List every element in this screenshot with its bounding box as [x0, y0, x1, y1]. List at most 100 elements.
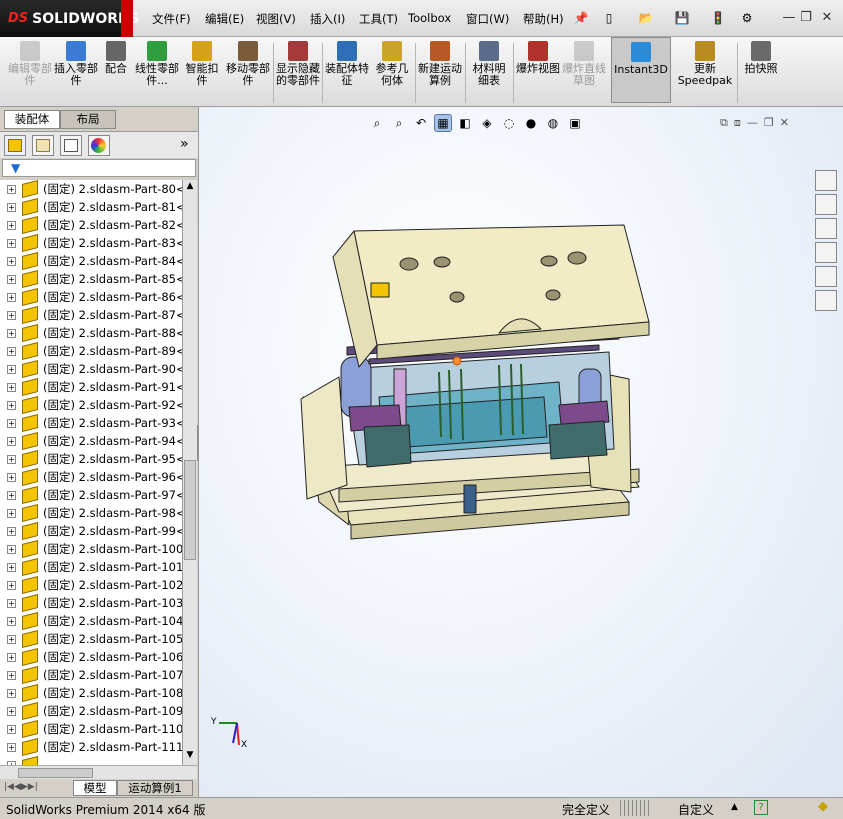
tree-item[interactable]: + (固定) 2.sldasm-Part-99<1>	[0, 522, 182, 540]
tree-horizontal-scrollbar[interactable]	[0, 765, 197, 779]
file-explorer-icon[interactable]	[815, 218, 837, 239]
menu-file[interactable]: 文件(F)	[152, 11, 191, 27]
design-library-icon[interactable]	[815, 194, 837, 215]
tree-item[interactable]: + (固定) 2.sldasm-Part-93<1>	[0, 414, 182, 432]
view-settings-icon[interactable]: ▣	[566, 114, 584, 132]
expand-icon[interactable]: +	[7, 743, 16, 752]
graphics-area[interactable]: Y X	[198, 107, 843, 797]
edit-appearance-icon[interactable]: ●	[522, 114, 540, 132]
expand-icon[interactable]: +	[7, 689, 16, 698]
expand-icon[interactable]: +	[7, 671, 16, 680]
tab-model[interactable]: 模型	[73, 780, 117, 796]
expand-icon[interactable]: +	[7, 653, 16, 662]
scroll-thumb[interactable]	[184, 460, 196, 560]
rebuild-icon[interactable]: 🚦	[709, 9, 727, 27]
open-folder-icon[interactable]: 📂	[637, 9, 655, 27]
tree-item[interactable]: + (固定) 2.sldasm-Part-108<1	[0, 684, 182, 702]
expand-icon[interactable]: +	[7, 455, 16, 464]
instant3d-button[interactable]: Instant3D	[611, 37, 671, 103]
expand-icon[interactable]: +	[7, 419, 16, 428]
new-document-icon[interactable]: ▯	[600, 9, 618, 27]
view-palette-icon[interactable]	[815, 242, 837, 263]
expand-icon[interactable]: +	[7, 509, 16, 518]
tree-vertical-scrollbar[interactable]: ▲ ▼	[183, 180, 197, 765]
bill-of-materials-button[interactable]: 材料明细表	[468, 41, 510, 87]
expand-icon[interactable]: +	[7, 293, 16, 302]
tree-item[interactable]: + (固定) 2.sldasm-Part-107<1	[0, 666, 182, 684]
solidworks-logo[interactable]: DS SOLIDWORKS	[0, 0, 139, 37]
expand-icon[interactable]: +	[7, 275, 16, 284]
h-scroll-thumb[interactable]	[18, 768, 93, 778]
display-style-icon[interactable]: ◈	[478, 114, 496, 132]
menu-insert[interactable]: 插入(I)	[310, 11, 345, 27]
display-manager-tab[interactable]	[88, 135, 110, 156]
property-manager-tab[interactable]	[32, 135, 54, 156]
expand-icon[interactable]: +	[7, 563, 16, 572]
tree-item[interactable]: + (固定) 2.sldasm-Part-101<1	[0, 558, 182, 576]
expand-icon[interactable]: +	[7, 185, 16, 194]
tree-item[interactable]: + (固定) 2.sldasm-Part-106<1	[0, 648, 182, 666]
restore-doc-icon[interactable]: ❐	[764, 116, 774, 130]
minimize-icon[interactable]: —	[780, 8, 798, 26]
options-icon[interactable]: ⚙	[738, 9, 756, 27]
tree-item[interactable]: + (固定) 2.sldasm-Part-88<1>	[0, 324, 182, 342]
expand-icon[interactable]: +	[7, 545, 16, 554]
expand-tabs-icon[interactable]: »	[180, 136, 189, 152]
menu-tools[interactable]: 工具(T)	[359, 11, 398, 27]
tab-nav-arrows-icon[interactable]: |◀◀▶▶|	[4, 782, 38, 792]
expand-icon[interactable]: +	[7, 329, 16, 338]
filter-field[interactable]: ▼	[2, 159, 196, 177]
split-icon[interactable]: ⧈	[734, 116, 741, 130]
expand-icon[interactable]: +	[7, 491, 16, 500]
tree-item[interactable]: + (固定) 2.sldasm-Part-90<1>	[0, 360, 182, 378]
move-component-button[interactable]: 移动零部件	[226, 41, 270, 87]
tree-item[interactable]: + (固定) 2.sldasm-Part-80<1>	[0, 180, 182, 198]
tree-item[interactable]: + (固定) 2.sldasm-Part-110<1	[0, 720, 182, 738]
show-hidden-components-button[interactable]: 显示隐藏的零部件	[276, 41, 320, 87]
section-view-icon[interactable]: ▦	[434, 114, 452, 132]
feature-manager-tab[interactable]	[4, 135, 26, 156]
zoom-to-fit-icon[interactable]: ⌕	[368, 114, 386, 132]
close-icon[interactable]: ✕	[818, 8, 836, 26]
expand-icon[interactable]: +	[7, 221, 16, 230]
tree-item[interactable]: + (固定) 2.sldasm-Part-89<1>	[0, 342, 182, 360]
expand-icon[interactable]: +	[7, 383, 16, 392]
hide-show-items-icon[interactable]: ◌	[500, 114, 518, 132]
expand-icon[interactable]: +	[7, 635, 16, 644]
expand-icon[interactable]: +	[7, 257, 16, 266]
tree-item[interactable]: + (固定) 2.sldasm-Part-82<1>	[0, 216, 182, 234]
tree-item[interactable]: + (固定) 2.sldasm-Part-94<1>	[0, 432, 182, 450]
tree-item[interactable]: + (固定) 2.sldasm-Part-102<1	[0, 576, 182, 594]
expand-icon[interactable]: +	[7, 401, 16, 410]
expand-icon[interactable]: +	[7, 725, 16, 734]
scroll-up-icon[interactable]: ▲	[184, 181, 196, 193]
tree-item[interactable]: + (固定) 2.sldasm-Part-92<1>	[0, 396, 182, 414]
new-motion-study-button[interactable]: 新建运动算例	[418, 41, 462, 87]
take-snapshot-button[interactable]: 拍快照	[740, 41, 782, 75]
tab-assembly[interactable]: 装配体	[4, 110, 60, 129]
tree-item[interactable]: + (固定) 2.sldasm-Part-104<1	[0, 612, 182, 630]
expand-icon[interactable]: +	[7, 311, 16, 320]
tree-item[interactable]: + (固定) 2.sldasm-Part-95<1>	[0, 450, 182, 468]
expand-icon[interactable]: +	[7, 707, 16, 716]
mate-button[interactable]: 配合	[100, 41, 132, 75]
tree-item[interactable]: + (固定) 2.sldasm-Part-85<1>	[0, 270, 182, 288]
scroll-down-icon[interactable]: ▼	[184, 750, 196, 762]
tile-icon[interactable]: ⧉	[720, 116, 728, 130]
expand-icon[interactable]: +	[7, 203, 16, 212]
tree-item[interactable]: + (固定) 2.sldasm-Part-100<1	[0, 540, 182, 558]
edit-component-button[interactable]: 编辑零部件	[6, 41, 54, 87]
previous-view-icon[interactable]: ↶	[412, 114, 430, 132]
expand-icon[interactable]: +	[7, 599, 16, 608]
exploded-view-button[interactable]: 爆炸视图	[516, 41, 560, 75]
unit-system[interactable]: 自定义	[678, 801, 714, 818]
smart-fasteners-button[interactable]: 智能扣件	[182, 41, 222, 87]
save-icon[interactable]: 💾	[673, 9, 691, 27]
tree-item[interactable]: + (固定) 2.sldasm-Part-87<1>	[0, 306, 182, 324]
tab-layout[interactable]: 布局	[60, 110, 116, 129]
expand-icon[interactable]: +	[7, 527, 16, 536]
units-dropdown-icon[interactable]: ▲	[731, 802, 738, 812]
tree-item[interactable]: + (固定) 2.sldasm-Part-109<1	[0, 702, 182, 720]
update-speedpak-button[interactable]: 更新Speedpak	[675, 41, 735, 87]
tree-item[interactable]: + (固定) 2.sldasm-Part-86<1>	[0, 288, 182, 306]
